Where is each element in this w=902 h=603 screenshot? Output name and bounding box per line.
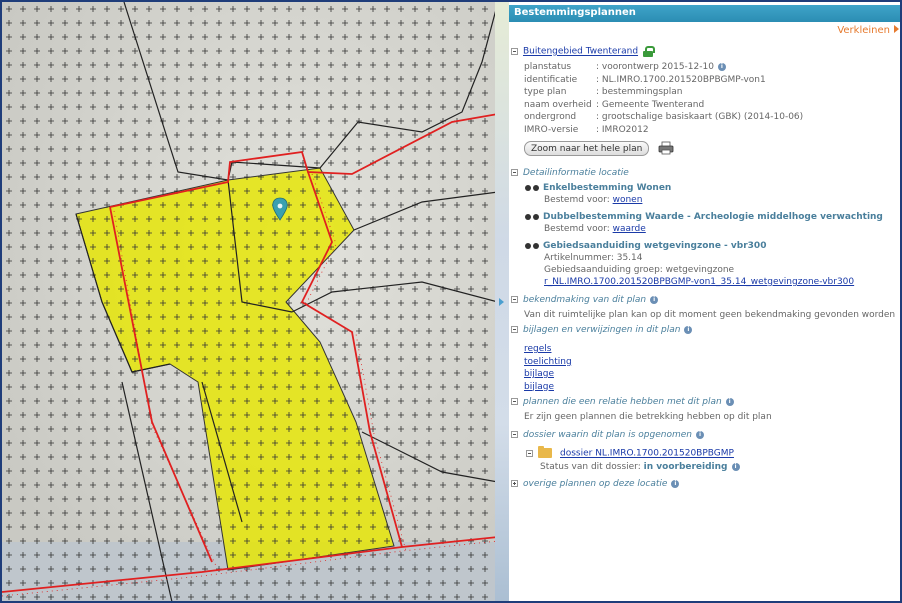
field-label: ondergrond [524, 112, 577, 122]
relaties-text: Er zijn geen plannen die betrekking hebb… [524, 412, 772, 422]
field-label: type plan [524, 87, 567, 97]
field-overheid: naam overheid : Gemeente Twenterand [524, 99, 803, 112]
field-imro: IMRO-versie : IMRO2012 [524, 124, 803, 137]
collapse-icon[interactable] [511, 47, 518, 55]
field-value: : voorontwerp 2015-12-10 [596, 62, 714, 72]
folder-icon [538, 446, 552, 458]
detail-item-name[interactable]: Dubbelbestemming Waarde - Archeologie mi… [543, 212, 883, 222]
detail-item-2: Dubbelbestemming Waarde - Archeologie mi… [525, 211, 883, 235]
field-value: : grootschalige basiskaart (GBK) (2014-1… [596, 112, 804, 122]
info-icon[interactable]: i [650, 295, 659, 304]
zoom-to-plan-button[interactable]: Zoom naar het hele plan [524, 141, 650, 156]
dossier-link[interactable]: dossier NL.IMRO.1700.201520BPBGMP [560, 449, 734, 459]
panel-title: Bestemmingsplannen [509, 5, 900, 22]
plan-name-link[interactable]: Buitengebied Twenterand [523, 47, 638, 57]
overige-title: overige plannen op deze locatie [523, 479, 668, 489]
bijlagen-list: regels toelichting bijlage bijlage [524, 343, 572, 393]
bekendmaking-title: bekendmaking van dit plan [523, 295, 647, 305]
detail-item-sublabel: Bestemd voor: [544, 195, 610, 205]
detail-area: Gebiedsaanduiding wetgevingzone - vbr300… [525, 240, 854, 288]
bijlage-link-toelichting[interactable]: toelichting [524, 357, 572, 367]
binoculars-icon[interactable] [525, 184, 539, 192]
collapse-icon[interactable] [526, 449, 533, 457]
dossier-status-label: Status van dit dossier: [540, 462, 641, 472]
bijlage-link-regels[interactable]: regels [524, 344, 551, 354]
plan-fields: planstatus : voorontwerp 2015-12-10 i iden… [524, 61, 803, 136]
field-type: type plan : bestemmingsplan [524, 86, 803, 99]
triangle-right-icon[interactable] [894, 25, 899, 33]
collapse-icon[interactable] [511, 296, 518, 303]
bijlage-link-1[interactable]: bijlage [524, 369, 554, 379]
binoculars-icon[interactable] [525, 242, 539, 250]
dossier-item: dossier NL.IMRO.1700.201520BPBGMP [526, 446, 734, 459]
info-panel: Bestemmingsplannen Verkleinen Buitengebi… [509, 5, 900, 601]
info-icon[interactable]: i [696, 430, 704, 439]
map-canvas[interactable] [2, 2, 498, 603]
detail-item-name[interactable]: Enkelbestemming Wonen [543, 183, 671, 193]
area-link[interactable]: r_NL.IMRO.1700.201520BPBGMP-von1_35.14_w… [544, 277, 854, 287]
field-value: : NL.IMRO.1700.201520BPBGMP-von1 [596, 74, 766, 85]
field-label: naam overheid [524, 99, 592, 110]
bijlage-link-2[interactable]: bijlage [524, 382, 554, 392]
collapse-icon[interactable] [511, 431, 518, 438]
detail-item-sublabel: Bestemd voor: [544, 224, 610, 234]
dossier-title: dossier waarin dit plan is opgenomen [523, 430, 692, 440]
collapse-label[interactable]: Verkleinen [837, 25, 890, 36]
field-planstatus: planstatus : voorontwerp 2015-12-10 i [524, 61, 803, 74]
relaties-title: plannen die een relatie hebben met dit p… [523, 397, 722, 407]
plan-section: Buitengebied Twenterand [511, 46, 656, 57]
area-name[interactable]: Gebiedsaanduiding wetgevingzone - vbr300 [543, 241, 766, 251]
field-label: identificatie [524, 74, 578, 85]
detail-item-link[interactable]: waarde [613, 224, 646, 234]
field-label: planstatus [524, 62, 572, 72]
bijlagen-header[interactable]: bijlagen en verwijzingen in dit plan i [511, 325, 693, 335]
dossier-header[interactable]: dossier waarin dit plan is opgenomen i [511, 430, 704, 440]
dossier-status: Status van dit dossier: in voorbereiding… [540, 462, 740, 472]
detail-title: Detailinformatie locatie [523, 168, 629, 178]
info-icon[interactable]: i [717, 62, 726, 71]
app-frame: Bestemmingsplannen Verkleinen Buitengebi… [0, 0, 902, 603]
field-ondergrond: ondergrond : grootschalige basiskaart (GB… [524, 111, 803, 124]
print-icon[interactable] [658, 141, 674, 155]
collapse-icon[interactable] [511, 398, 518, 405]
relaties-header[interactable]: plannen die een relatie hebben met dit p… [511, 397, 734, 407]
bekendmaking-header[interactable]: bekendmaking van dit plan i [511, 295, 659, 305]
binoculars-icon[interactable] [525, 213, 539, 221]
field-identificatie: identificatie : NL.IMRO.1700.201520BPBGMP… [524, 74, 803, 87]
collapse-panel-link[interactable]: Verkleinen [837, 25, 899, 36]
lock-icon [643, 46, 656, 57]
field-value: : bestemmingsplan [596, 87, 683, 97]
field-value: : Gemeente Twenterand [596, 99, 705, 110]
collapse-icon[interactable] [511, 169, 518, 176]
area-article: Artikelnummer: 35.14 [544, 253, 643, 263]
field-value: : IMRO2012 [596, 124, 649, 135]
detail-item-1: Enkelbestemming Wonen Bestemd voor: wone… [525, 182, 671, 206]
expand-icon[interactable] [511, 480, 518, 487]
detail-item-link[interactable]: wonen [613, 195, 643, 205]
dossier-status-value: in voorbereiding [643, 462, 728, 472]
collapse-icon[interactable] [511, 326, 518, 333]
splitter-arrow-icon[interactable] [499, 298, 504, 306]
info-icon[interactable]: i [731, 462, 740, 471]
map-view[interactable] [2, 2, 498, 603]
info-icon[interactable]: i [671, 479, 680, 488]
overige-header[interactable]: overige plannen op deze locatie i [511, 479, 680, 489]
detail-section-header[interactable]: Detailinformatie locatie [511, 168, 629, 178]
info-icon[interactable]: i [725, 397, 734, 406]
bekendmaking-text: Van dit ruimtelijke plan kan op dit mome… [524, 310, 896, 320]
area-group: Gebiedsaanduiding groep: wetgevingzone [544, 265, 735, 275]
field-label: IMRO-versie [524, 124, 579, 135]
info-icon[interactable]: i [684, 325, 693, 334]
bijlagen-title: bijlagen en verwijzingen in dit plan [523, 325, 681, 335]
